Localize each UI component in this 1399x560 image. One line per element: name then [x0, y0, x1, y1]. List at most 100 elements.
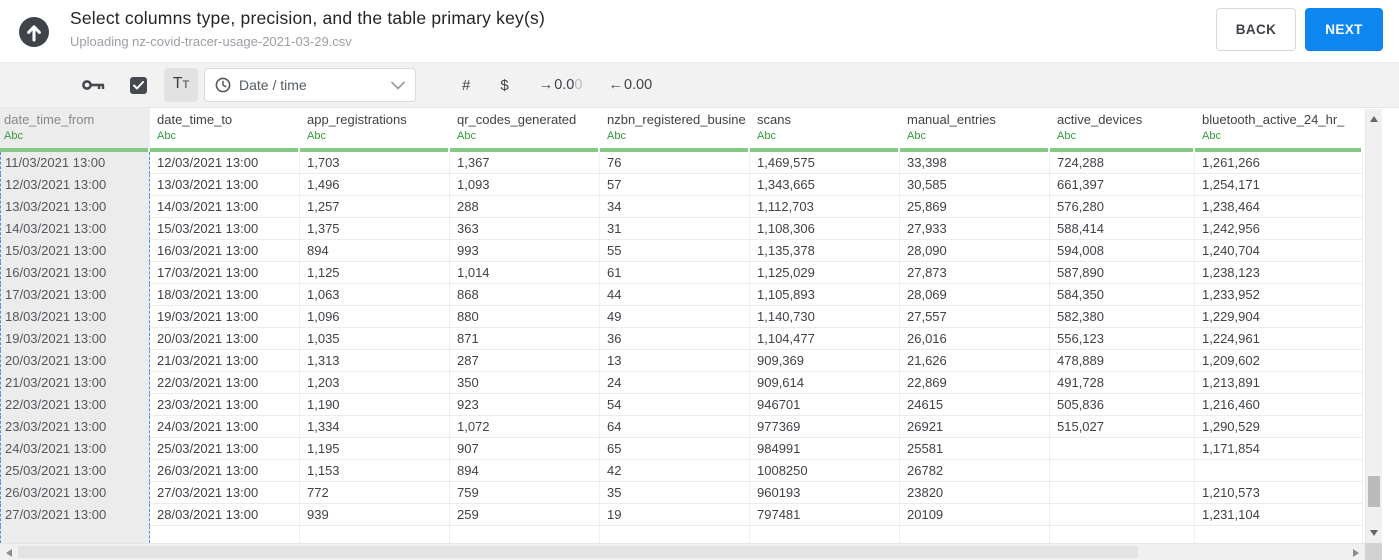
- column-header-date_time_to[interactable]: date_time_to Abc: [150, 108, 300, 148]
- table-cell[interactable]: 27,557: [900, 306, 1050, 328]
- currency-type-button[interactable]: $: [500, 77, 508, 94]
- table-cell[interactable]: 57: [600, 174, 750, 196]
- table-cell[interactable]: 24615: [900, 394, 1050, 416]
- table-cell[interactable]: 1,125,029: [750, 262, 900, 284]
- table-cell[interactable]: [0, 526, 150, 543]
- table-cell[interactable]: 1,203: [300, 372, 450, 394]
- table-cell[interactable]: 27/03/2021 13:00: [0, 504, 150, 526]
- table-cell[interactable]: 1,171,854: [1195, 438, 1363, 460]
- table-cell[interactable]: 26/03/2021 13:00: [0, 482, 150, 504]
- table-cell[interactable]: 1,209,602: [1195, 350, 1363, 372]
- table-cell[interactable]: [300, 526, 450, 543]
- table-cell[interactable]: 33,398: [900, 152, 1050, 174]
- horizontal-scrollbar[interactable]: [0, 543, 1365, 560]
- table-cell[interactable]: 28,069: [900, 284, 1050, 306]
- table-cell[interactable]: 23820: [900, 482, 1050, 504]
- table-cell[interactable]: 1,290,529: [1195, 416, 1363, 438]
- horizontal-scrollbar-thumb[interactable]: [18, 546, 1138, 558]
- column-type-dropdown[interactable]: Date / time: [204, 68, 416, 102]
- table-cell[interactable]: 584,350: [1050, 284, 1195, 306]
- table-cell[interactable]: [750, 526, 900, 543]
- column-header-app_registrations[interactable]: app_registrations Abc: [300, 108, 450, 148]
- table-cell[interactable]: 18/03/2021 13:00: [150, 284, 300, 306]
- scroll-down-icon[interactable]: [1370, 530, 1378, 536]
- table-cell[interactable]: 13: [600, 350, 750, 372]
- table-cell[interactable]: 14/03/2021 13:00: [0, 218, 150, 240]
- table-cell[interactable]: 27,933: [900, 218, 1050, 240]
- table-cell[interactable]: 1,014: [450, 262, 600, 284]
- table-cell[interactable]: 909,369: [750, 350, 900, 372]
- table-cell[interactable]: 26,016: [900, 328, 1050, 350]
- table-cell[interactable]: 22,869: [900, 372, 1050, 394]
- table-cell[interactable]: 661,397: [1050, 174, 1195, 196]
- table-cell[interactable]: 76: [600, 152, 750, 174]
- table-cell[interactable]: 288: [450, 196, 600, 218]
- table-cell[interactable]: 1,313: [300, 350, 450, 372]
- table-cell[interactable]: 49: [600, 306, 750, 328]
- vertical-scrollbar[interactable]: [1365, 109, 1382, 543]
- table-cell[interactable]: 19: [600, 504, 750, 526]
- table-cell[interactable]: 1,703: [300, 152, 450, 174]
- table-cell[interactable]: 1,125: [300, 262, 450, 284]
- table-cell[interactable]: 17/03/2021 13:00: [0, 284, 150, 306]
- table-cell[interactable]: 759: [450, 482, 600, 504]
- table-cell[interactable]: 909,614: [750, 372, 900, 394]
- table-cell[interactable]: 35: [600, 482, 750, 504]
- table-cell[interactable]: 65: [600, 438, 750, 460]
- table-cell[interactable]: 36: [600, 328, 750, 350]
- table-cell[interactable]: 868: [450, 284, 600, 306]
- table-cell[interactable]: 894: [450, 460, 600, 482]
- table-cell[interactable]: [1050, 438, 1195, 460]
- table-cell[interactable]: 772: [300, 482, 450, 504]
- table-cell[interactable]: 1,063: [300, 284, 450, 306]
- table-cell[interactable]: 25,869: [900, 196, 1050, 218]
- table-cell[interactable]: 556,123: [1050, 328, 1195, 350]
- table-cell[interactable]: 20/03/2021 13:00: [0, 350, 150, 372]
- table-cell[interactable]: 1,261,266: [1195, 152, 1363, 174]
- table-cell[interactable]: [1050, 482, 1195, 504]
- table-cell[interactable]: 1,254,171: [1195, 174, 1363, 196]
- table-cell[interactable]: [150, 526, 300, 543]
- table-cell[interactable]: 350: [450, 372, 600, 394]
- table-cell[interactable]: 1,238,123: [1195, 262, 1363, 284]
- table-cell[interactable]: 993: [450, 240, 600, 262]
- table-cell[interactable]: 24/03/2021 13:00: [0, 438, 150, 460]
- table-cell[interactable]: 27/03/2021 13:00: [150, 482, 300, 504]
- number-type-button[interactable]: #: [462, 77, 470, 94]
- table-cell[interactable]: 894: [300, 240, 450, 262]
- table-cell[interactable]: [1050, 504, 1195, 526]
- table-cell[interactable]: 1,153: [300, 460, 450, 482]
- table-cell[interactable]: 18/03/2021 13:00: [0, 306, 150, 328]
- primary-key-icon[interactable]: [82, 78, 106, 92]
- table-cell[interactable]: 491,728: [1050, 372, 1195, 394]
- table-cell[interactable]: 259: [450, 504, 600, 526]
- column-header-scans[interactable]: scans Abc: [750, 108, 900, 148]
- table-cell[interactable]: 1,072: [450, 416, 600, 438]
- column-header-active_devices[interactable]: active_devices Abc: [1050, 108, 1195, 148]
- table-cell[interactable]: 25/03/2021 13:00: [150, 438, 300, 460]
- table-cell[interactable]: 1,093: [450, 174, 600, 196]
- table-cell[interactable]: 588,414: [1050, 218, 1195, 240]
- table-cell[interactable]: 13/03/2021 13:00: [150, 174, 300, 196]
- table-cell[interactable]: [600, 526, 750, 543]
- table-cell[interactable]: 25581: [900, 438, 1050, 460]
- table-cell[interactable]: 27,873: [900, 262, 1050, 284]
- table-cell[interactable]: 54: [600, 394, 750, 416]
- table-cell[interactable]: 13/03/2021 13:00: [0, 196, 150, 218]
- table-cell[interactable]: [900, 526, 1050, 543]
- table-cell[interactable]: 11/03/2021 13:00: [0, 152, 150, 174]
- table-cell[interactable]: 15/03/2021 13:00: [0, 240, 150, 262]
- table-cell[interactable]: 44: [600, 284, 750, 306]
- column-selected-checkbox[interactable]: [130, 76, 147, 94]
- table-cell[interactable]: 12/03/2021 13:00: [0, 174, 150, 196]
- table-cell[interactable]: 14/03/2021 13:00: [150, 196, 300, 218]
- table-cell[interactable]: 287: [450, 350, 600, 372]
- table-cell[interactable]: 1,240,704: [1195, 240, 1363, 262]
- table-cell[interactable]: 16/03/2021 13:00: [150, 240, 300, 262]
- column-header-manual_entries[interactable]: manual_entries Abc: [900, 108, 1050, 148]
- table-cell[interactable]: 594,008: [1050, 240, 1195, 262]
- table-cell[interactable]: 363: [450, 218, 600, 240]
- table-cell[interactable]: 24/03/2021 13:00: [150, 416, 300, 438]
- table-cell[interactable]: 582,380: [1050, 306, 1195, 328]
- table-cell[interactable]: 505,836: [1050, 394, 1195, 416]
